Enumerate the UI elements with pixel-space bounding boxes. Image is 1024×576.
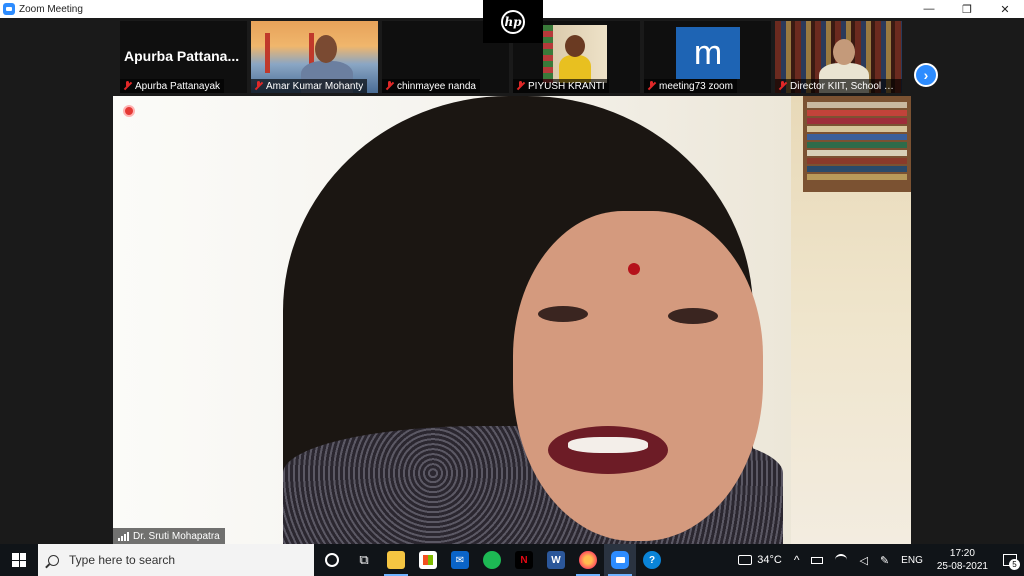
cortana-icon xyxy=(325,553,339,567)
window-title: Zoom Meeting xyxy=(19,3,83,15)
recording-icon xyxy=(123,105,135,117)
clock-date: 25-08-2021 xyxy=(936,561,988,572)
participant-name-bar: Apurba Pattanayak xyxy=(120,79,225,93)
speaker-name: Dr. Sruti Mohapatra xyxy=(133,530,220,542)
speaker-name-bar: Dr. Sruti Mohapatra xyxy=(113,528,225,544)
hp-logo: hp xyxy=(483,0,543,43)
taskbar: Type here to search ⧉ ✉ N W ? 34°C ^ ◁ ✎… xyxy=(0,544,1024,576)
netflix-button[interactable]: N xyxy=(508,544,540,576)
mic-muted-icon xyxy=(778,81,787,91)
participant-name: chinmayee nanda xyxy=(397,80,476,92)
video-feed xyxy=(543,25,607,83)
participant-name: meeting73 zoom xyxy=(659,80,733,92)
help-icon: ? xyxy=(643,551,661,569)
notification-center-button[interactable]: 5 xyxy=(996,544,1024,576)
search-icon xyxy=(48,554,59,566)
file-explorer-button[interactable] xyxy=(380,544,412,576)
minimize-button[interactable]: — xyxy=(910,0,948,18)
zoom-icon xyxy=(611,551,629,569)
hp-logo-icon: hp xyxy=(501,9,525,34)
netflix-icon: N xyxy=(515,551,533,569)
speaker-icon: ◁ xyxy=(859,554,868,567)
participant-tile[interactable]: m meeting73 zoom xyxy=(644,21,771,93)
participant-name-bar: meeting73 zoom xyxy=(644,79,737,93)
participant-name: PIYUSH KRANTI xyxy=(528,80,605,92)
participant-name-bar: Amar Kumar Mohanty xyxy=(251,79,368,93)
word-icon: W xyxy=(547,551,565,569)
language-button[interactable]: ENG xyxy=(895,544,929,576)
mail-button[interactable]: ✉ xyxy=(444,544,476,576)
windows-icon xyxy=(12,553,26,567)
window-controls: — ❐ ✕ xyxy=(910,0,1024,18)
chevron-up-icon: ^ xyxy=(793,553,800,567)
next-page-button[interactable]: › xyxy=(914,63,938,87)
mail-icon: ✉ xyxy=(451,551,469,569)
cortana-button[interactable] xyxy=(316,544,348,576)
zoom-app-icon xyxy=(3,3,15,15)
pen-icon: ✎ xyxy=(879,554,890,567)
firefox-icon xyxy=(579,551,597,569)
notification-badge: 5 xyxy=(1009,559,1020,570)
spotify-icon xyxy=(483,551,501,569)
wifi-button[interactable] xyxy=(829,544,853,576)
battery-icon xyxy=(811,556,824,564)
show-hidden-icons-button[interactable]: ^ xyxy=(788,544,806,576)
participant-name: Apurba Pattanayak xyxy=(135,80,221,92)
meeting-area: Apurba Pattana... Apurba Pattanayak Amar… xyxy=(0,18,1024,544)
wifi-icon xyxy=(835,554,848,566)
clock-time: 17:20 xyxy=(949,548,975,559)
restore-button[interactable]: ❐ xyxy=(948,0,986,18)
participant-name: Amar Kumar Mohanty xyxy=(266,80,364,92)
zoom-button[interactable] xyxy=(604,544,636,576)
clock[interactable]: 17:20 25-08-2021 xyxy=(929,544,996,576)
word-button[interactable]: W xyxy=(540,544,572,576)
system-tray: 34°C ^ ◁ ✎ ENG 17:20 25-08-2021 5 xyxy=(732,544,1024,576)
file-explorer-icon xyxy=(387,551,405,569)
taskbar-search[interactable]: Type here to search xyxy=(38,544,314,576)
task-view-icon: ⧉ xyxy=(359,552,369,567)
participant-name-bar: PIYUSH KRANTI xyxy=(513,79,609,93)
search-placeholder: Type here to search xyxy=(69,553,176,567)
start-button[interactable] xyxy=(0,544,38,576)
participant-tile[interactable]: Apurba Pattana... Apurba Pattanayak xyxy=(120,21,247,93)
close-button[interactable]: ✕ xyxy=(986,0,1024,18)
weather-widget[interactable]: 34°C xyxy=(732,544,788,576)
participant-tile[interactable]: Director KIIT, School of... xyxy=(775,21,902,93)
store-button[interactable] xyxy=(412,544,444,576)
store-icon xyxy=(419,551,437,569)
mic-muted-icon xyxy=(254,81,263,91)
mic-muted-icon xyxy=(123,81,132,91)
chevron-right-icon: › xyxy=(923,67,929,83)
help-button[interactable]: ? xyxy=(636,544,668,576)
participant-name-bar: Director KIIT, School of... xyxy=(775,79,902,93)
participant-tile[interactable]: Amar Kumar Mohanty xyxy=(251,21,378,93)
volume-button[interactable]: ◁ xyxy=(853,544,873,576)
participant-name-bar: chinmayee nanda xyxy=(382,79,480,93)
bookshelf xyxy=(803,96,911,192)
task-view-button[interactable]: ⧉ xyxy=(348,544,380,576)
spotify-button[interactable] xyxy=(476,544,508,576)
weather-icon xyxy=(738,555,753,565)
participant-avatar: m xyxy=(676,27,740,79)
participant-display-name: Apurba Pattana... xyxy=(124,48,240,64)
participant-name: Director KIIT, School of... xyxy=(790,80,898,92)
pen-button[interactable]: ✎ xyxy=(874,544,895,576)
weather-temp: 34°C xyxy=(757,554,782,566)
battery-button[interactable] xyxy=(805,544,829,576)
mic-muted-icon xyxy=(647,81,656,91)
firefox-button[interactable] xyxy=(572,544,604,576)
mic-muted-icon xyxy=(516,81,525,91)
signal-strength-icon xyxy=(118,531,129,541)
active-speaker-video[interactable]: Dr. Sruti Mohapatra xyxy=(113,96,911,544)
mic-muted-icon xyxy=(385,81,394,91)
